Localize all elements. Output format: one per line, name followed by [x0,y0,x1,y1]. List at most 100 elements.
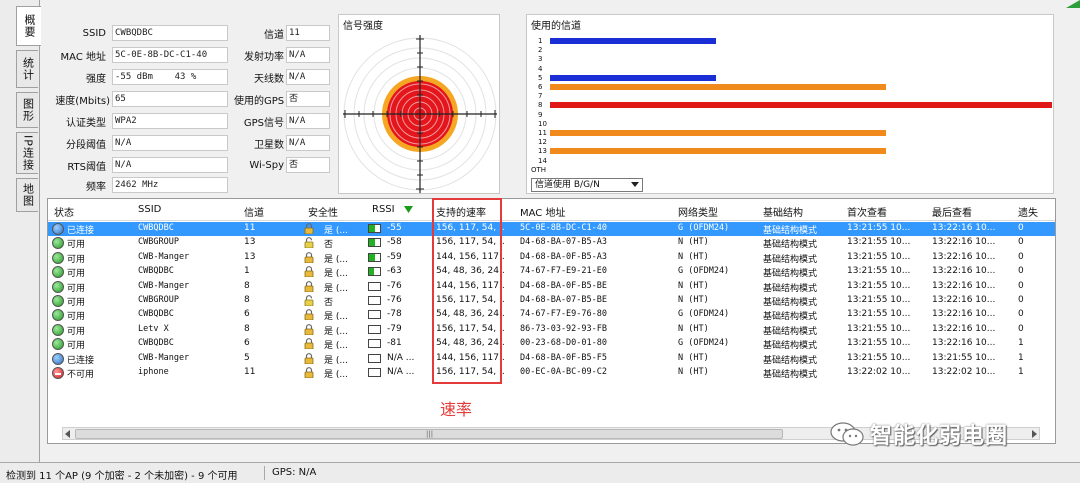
rates-annotation: 速率 [440,400,473,419]
table-row[interactable]: 可用 CWB-Manger 8 是 (... -76 144, 156, 117... D4… [48,280,1055,294]
cell-last-seen: 13:22:16 10... [932,280,996,291]
freq-value: 2462 MHz [112,177,228,193]
col-lost[interactable]: 遗失 [1018,204,1038,219]
cell-nettype: N (HT) [678,352,709,363]
col-nettype[interactable]: 网络类型 [678,204,718,219]
channel-label-6: 6 [538,83,543,91]
channel-value: 11 [286,25,330,41]
cell-status: 不可用 [67,370,95,380]
tab-ip-connect[interactable]: IP连接 [16,132,38,174]
freq-label: 频率 [86,181,106,193]
cell-lost: 0 [1018,323,1024,334]
scroll-left-icon[interactable] [65,430,70,438]
status-ap-count: 检测到 11 个AP (9 个加密 - 2 个未加密) - 9 个可用 [6,471,238,482]
col-rssi[interactable]: RSSI [372,204,395,215]
cell-first-seen: 13:21:55 10... [847,295,911,305]
col-security[interactable]: 安全性 [308,204,338,219]
grip-icon: ||| [426,430,434,438]
cell-infra: 基础结构模式 [763,355,818,366]
col-channel[interactable]: 信道 [244,204,264,219]
cell-ssid: CWBQDBC [138,223,174,233]
table-row[interactable]: 不可用 iphone 11 是 (... N/A ... 156, 117, 54, ..… [48,366,1055,380]
table-row[interactable]: 可用 CWBGROUP 13 否 -58 156, 117, 54, ... D4-68-B… [48,236,1055,250]
scrollbar-thumb[interactable]: ||| [75,429,783,439]
watermark: 智能化弱电圈 [830,420,1008,449]
rts-label: RTS阈值 [67,161,106,173]
rates-highlight-box [432,198,502,384]
table-row[interactable]: 可用 CWBQDBC 6 是 (... -78 54, 48, 36, 24... 74-6… [48,308,1055,323]
cell-infra: 基础结构模式 [763,226,818,236]
cell-lost: 0 [1018,266,1024,277]
table-row[interactable]: 已连接 CWB-Manger 5 是 (... N/A ... 144, 156, 117… [48,352,1055,366]
col-ssid[interactable]: SSID [138,204,161,215]
cell-mac: D4-68-BA-07-B5-A3 [520,237,607,248]
status-blue-icon [52,352,64,365]
strength-label: 强度 [86,73,106,85]
cell-channel: 5 [244,352,250,363]
col-infra[interactable]: 基础结构 [763,204,803,219]
channel-label-10: 10 [538,119,547,128]
rssi-meter [368,267,381,277]
mac-label: MAC 地址 [60,51,106,63]
channel-label-13: 13 [538,147,547,156]
col-first-seen[interactable]: 首次查看 [847,204,887,219]
cell-rssi: -79 [387,323,402,334]
cell-nettype: G (OFDM24) [678,266,730,277]
channel-label-7: 7 [538,92,543,101]
table-row[interactable]: 可用 CWBGROUP 8 否 -76 156, 117, 54, ... D4-68-BA… [48,294,1055,308]
cell-ssid: CWBQDBC [138,309,174,320]
cell-rssi: N/A ... [387,367,415,377]
cell-last-seen: 13:22:16 10... [932,237,996,248]
chevron-down-icon [631,182,639,187]
status-bar: 检测到 11 个AP (9 个加密 - 2 个未加密) - 9 个可用 GPS:… [0,462,1080,483]
rssi-meter [368,281,381,291]
channel-label-11: 11 [538,129,547,137]
table-row[interactable]: 可用 CWB-Manger 13 是 (... -59 144, 156, 117... D… [48,251,1055,265]
cell-first-seen: 13:21:55 10... [847,323,911,334]
tab-summary[interactable]: 概要 [16,6,41,46]
table-row[interactable]: 已连接 CWBQDBC 11 是 (... -55 156, 117, 54, ... 5C… [48,222,1055,237]
cell-infra: 基础结构模式 [763,283,818,294]
antenna-value: N/A [286,69,330,85]
cell-infra: 基础结构模式 [763,269,818,280]
cell-lost: 0 [1018,280,1024,291]
cell-mac: 86-73-03-92-93-FB [520,323,607,334]
channel-usage-panel: 使用的信道 1 2 3 4 5 6 7 8 9 10 11 12 13 14 OTH 信道使用 B/G/N [526,14,1054,194]
cell-nettype: G (OFDM24) [678,309,730,320]
tab-map[interactable]: 地图 [16,178,38,212]
cell-ssid: CWB-Manger [138,280,190,291]
lock-icon [304,223,314,235]
channel-label-9: 9 [538,110,543,119]
cell-lost: 1 [1018,367,1024,377]
gps-signal-value: N/A [286,113,330,129]
scroll-right-icon[interactable] [1032,430,1037,438]
col-last-seen[interactable]: 最后查看 [932,204,972,219]
status-green-icon [52,323,64,336]
status-blue-icon [52,223,64,235]
table-row[interactable]: 可用 CWBQDBC 1 是 (... -63 54, 48, 36, 24... 74-6… [48,265,1055,280]
channel-bar-11 [550,130,887,136]
col-status[interactable]: 状态 [54,204,74,219]
cell-security: 是 (... [324,226,348,236]
col-mac[interactable]: MAC 地址 [520,204,565,219]
table-row[interactable]: 可用 Letv X8是 (... -79 156, 117, 54, ... 86-73… [48,323,1055,337]
cell-rssi: -78 [387,309,402,320]
tab-graphs[interactable]: 图形 [16,92,38,128]
cell-infra: 基础结构模式 [763,326,818,337]
cell-first-seen: 13:21:55 10... [847,223,911,233]
speed-value: 65 [112,91,228,107]
cell-security: 是 (... [324,355,348,366]
cell-lost: 0 [1018,309,1024,320]
cell-last-seen: 13:22:16 10... [932,295,996,305]
tab-statistics[interactable]: 统计 [16,50,38,88]
table-row[interactable]: 可用 CWBQDBC 6 是 (... -81 54, 48, 36, 24... 00-2… [48,337,1055,351]
channel-mode-select[interactable]: 信道使用 B/G/N [531,178,643,192]
wechat-icon [830,422,864,446]
cell-mac: 5C-0E-8B-DC-C1-40 [520,223,607,233]
vertical-tab-bar: 概要 统计 图形 IP连接 地图 [0,0,41,462]
cell-first-seen: 13:21:55 10... [847,266,911,277]
cell-security: 是 (... [324,312,348,323]
txpower-value: N/A [286,47,330,63]
cell-ssid: CWB-Manger [138,251,190,262]
cell-channel: 8 [244,295,250,305]
